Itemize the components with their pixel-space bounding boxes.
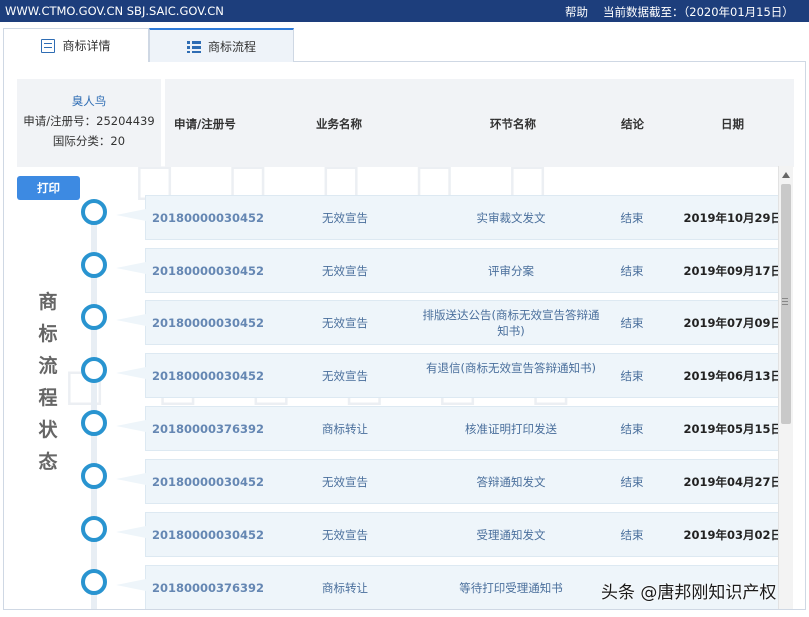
col-reg-no: 申请/注册号 <box>174 117 236 131</box>
process-list: 20180000030452 无效宣告 实审裁文发文 结束 2019年10月29… <box>4 192 778 609</box>
tab-trademark-detail[interactable]: 商标详情 <box>3 28 149 62</box>
col-business: 业务名称 <box>316 117 362 131</box>
process-card: 20180000030452 无效宣告 受理通知发文 结束 2019年03月02… <box>116 512 778 557</box>
process-panel: ☐ ☐ ☐ ☐ ☐ ☐ ☐ ☐ ☐ ☐ ☐ 臭人鸟 申请/注册号：2520443… <box>3 62 806 610</box>
process-row: 20180000030452 无效宣告 有退信(商标无效宣告答辩通知书) 结束 … <box>4 353 778 398</box>
international-class: 国际分类：20 <box>52 134 126 148</box>
document-icon <box>41 38 56 53</box>
process-card: 20180000030452 无效宣告 实审裁文发文 结束 2019年10月29… <box>116 195 778 240</box>
tab-label: 商标详情 <box>62 39 111 53</box>
process-row: 20180000030452 无效宣告 受理通知发文 结束 2019年03月02… <box>4 512 778 557</box>
grip-icon <box>782 298 788 307</box>
col-step: 环节名称 <box>490 117 536 131</box>
top-bar: WWW.CTMO.GOV.CN SBJ.SAIC.GOV.CN 帮助 当前数据截… <box>0 0 809 22</box>
footer-watermark: 头条 @唐邦刚知识产权 <box>601 583 777 603</box>
trademark-name[interactable]: 臭人鸟 <box>17 91 161 111</box>
table-header: 申请/注册号 业务名称 环节名称 结论 日期 <box>165 79 794 167</box>
help-link[interactable]: 帮助 <box>565 4 588 20</box>
process-row: 20180000030452 无效宣告 答辩通知发文 结束 2019年04月27… <box>4 459 778 504</box>
timeline-node-icon <box>81 199 107 225</box>
timeline-node-icon <box>81 252 107 278</box>
tab-trademark-process[interactable]: 商标流程 <box>149 28 294 63</box>
col-result: 结论 <box>621 117 644 131</box>
tab-label: 商标流程 <box>207 40 256 54</box>
process-card: 20180000030452 无效宣告 有退信(商标无效宣告答辩通知书) 结束 … <box>116 353 778 398</box>
timeline-node-icon <box>81 410 107 436</box>
timeline-node-icon <box>81 516 107 542</box>
process-row: 20180000030452 无效宣告 排版送达公告(商标无效宣告答辩通知书) … <box>4 300 778 345</box>
data-date-label: 当前数据截至：（2020年01月15日） <box>603 5 794 19</box>
process-row: 20180000376392 商标转让 核准证明打印发送 结束 2019年05月… <box>4 406 778 451</box>
process-card: 20180000030452 无效宣告 排版送达公告(商标无效宣告答辩通知书) … <box>116 300 778 345</box>
process-row: 20180000030452 无效宣告 实审裁文发文 结束 2019年10月29… <box>4 195 778 240</box>
trademark-info: 臭人鸟 申请/注册号：25204439 国际分类：20 <box>17 79 161 167</box>
vertical-scrollbar[interactable] <box>778 166 793 609</box>
col-date: 日期 <box>721 117 744 131</box>
process-card: 20180000030452 无效宣告 答辩通知发文 结束 2019年04月27… <box>116 459 778 504</box>
site-links[interactable]: WWW.CTMO.GOV.CN SBJ.SAIC.GOV.CN <box>5 4 224 18</box>
timeline-node-icon <box>81 357 107 383</box>
tab-bar: 商标详情 商标流程 <box>3 28 806 63</box>
timeline-node-icon <box>81 463 107 489</box>
scroll-up-arrow-icon[interactable] <box>782 172 790 178</box>
process-card: 20180000030452 无效宣告 评审分案 结束 2019年09月17日 <box>116 248 778 293</box>
timeline-node-icon <box>81 569 107 595</box>
process-card: 20180000376392 商标转让 核准证明打印发送 结束 2019年05月… <box>116 406 778 451</box>
process-row: 20180000030452 无效宣告 评审分案 结束 2019年09月17日 <box>4 248 778 293</box>
timeline-node-icon <box>81 304 107 330</box>
list-icon <box>186 40 201 54</box>
registration-number: 申请/注册号：25204439 <box>23 114 155 128</box>
